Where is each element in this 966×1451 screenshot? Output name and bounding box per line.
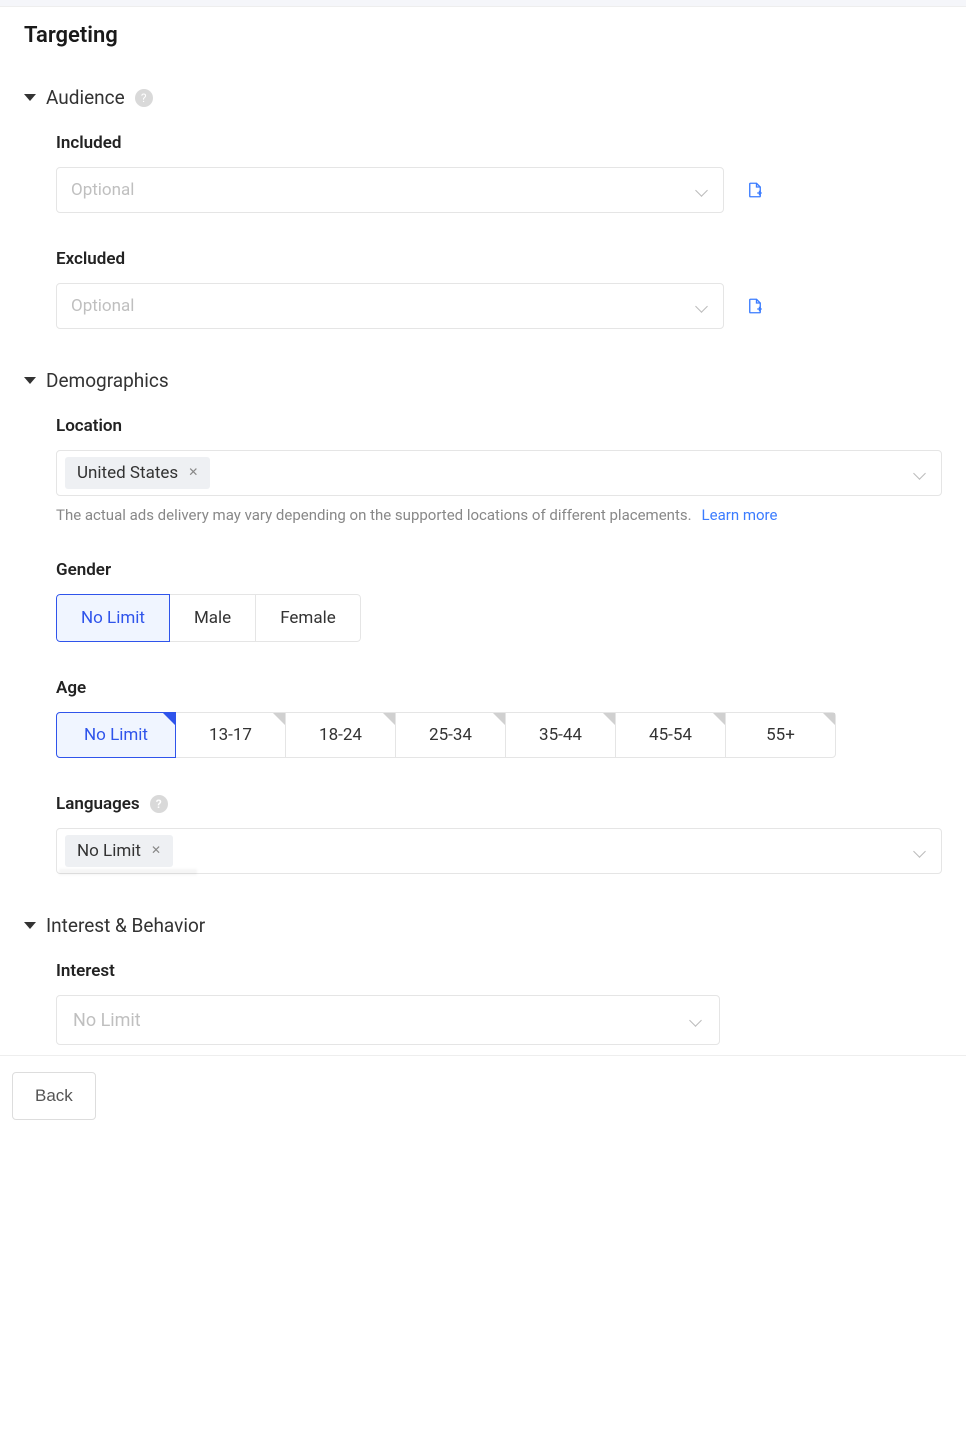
section-title-audience: Audience — [46, 86, 125, 109]
languages-select[interactable]: No Limit ✕ — [56, 828, 942, 874]
corner-icon — [493, 713, 505, 725]
caret-down-icon — [24, 94, 36, 101]
gender-option-nolimit[interactable]: No Limit — [56, 594, 170, 642]
back-button[interactable]: Back — [12, 1072, 96, 1120]
included-label: Included — [56, 133, 942, 153]
chevron-down-icon — [913, 466, 927, 480]
excluded-placeholder: Optional — [71, 296, 134, 316]
page-title: Targeting — [24, 23, 942, 48]
footer-bar: Back — [0, 1055, 966, 1144]
location-tag: United States ✕ — [65, 457, 210, 489]
chevron-down-icon — [695, 183, 709, 197]
age-option-45-54[interactable]: 45-54 — [615, 712, 726, 758]
corner-icon — [273, 713, 285, 725]
corner-icon — [163, 713, 175, 725]
excluded-label: Excluded — [56, 249, 942, 269]
section-title-demographics: Demographics — [46, 369, 169, 392]
languages-label: Languages ? — [56, 794, 942, 814]
corner-icon — [603, 713, 615, 725]
section-header-interest[interactable]: Interest & Behavior — [24, 914, 942, 937]
help-icon[interactable]: ? — [135, 89, 153, 107]
age-option-35-44[interactable]: 35-44 — [505, 712, 616, 758]
gender-segmented: No Limit Male Female — [56, 594, 361, 642]
age-option-18-24[interactable]: 18-24 — [285, 712, 396, 758]
languages-tag-text: No Limit — [77, 841, 141, 861]
age-segmented: No Limit 13-17 18-24 25-34 35-44 45-54 5… — [56, 712, 836, 758]
location-hint: The actual ads delivery may vary dependi… — [56, 506, 692, 524]
help-icon[interactable]: ? — [150, 795, 168, 813]
age-option-55plus[interactable]: 55+ — [725, 712, 836, 758]
caret-down-icon — [24, 377, 36, 384]
location-tag-text: United States — [77, 463, 178, 483]
file-add-icon[interactable] — [746, 296, 764, 316]
chevron-down-icon — [913, 844, 927, 858]
interest-select[interactable]: No Limit — [56, 995, 720, 1045]
gender-label: Gender — [56, 560, 942, 580]
chevron-down-icon — [695, 299, 709, 313]
included-select[interactable]: Optional — [56, 167, 724, 213]
corner-icon — [823, 713, 835, 725]
age-option-13-17[interactable]: 13-17 — [175, 712, 286, 758]
gender-option-female[interactable]: Female — [255, 594, 361, 642]
excluded-select[interactable]: Optional — [56, 283, 724, 329]
included-placeholder: Optional — [71, 180, 134, 200]
remove-tag-icon[interactable]: ✕ — [188, 466, 202, 480]
learn-more-link[interactable]: Learn more — [702, 506, 778, 524]
age-option-25-34[interactable]: 25-34 — [395, 712, 506, 758]
corner-icon — [383, 713, 395, 725]
top-border — [0, 0, 966, 7]
remove-tag-icon[interactable]: ✕ — [151, 844, 165, 858]
age-label: Age — [56, 678, 942, 698]
location-select[interactable]: United States ✕ — [56, 450, 942, 496]
location-label: Location — [56, 416, 942, 436]
interest-label: Interest — [56, 961, 942, 981]
corner-icon — [713, 713, 725, 725]
section-header-demographics[interactable]: Demographics — [24, 369, 942, 392]
section-title-interest: Interest & Behavior — [46, 914, 205, 937]
gender-option-male[interactable]: Male — [169, 594, 256, 642]
section-header-audience[interactable]: Audience ? — [24, 86, 942, 109]
caret-down-icon — [24, 922, 36, 929]
age-option-nolimit[interactable]: No Limit — [56, 712, 176, 758]
interest-placeholder: No Limit — [73, 1010, 141, 1031]
chevron-down-icon — [689, 1013, 703, 1027]
languages-tag: No Limit ✕ — [65, 835, 173, 867]
file-add-icon[interactable] — [746, 180, 764, 200]
